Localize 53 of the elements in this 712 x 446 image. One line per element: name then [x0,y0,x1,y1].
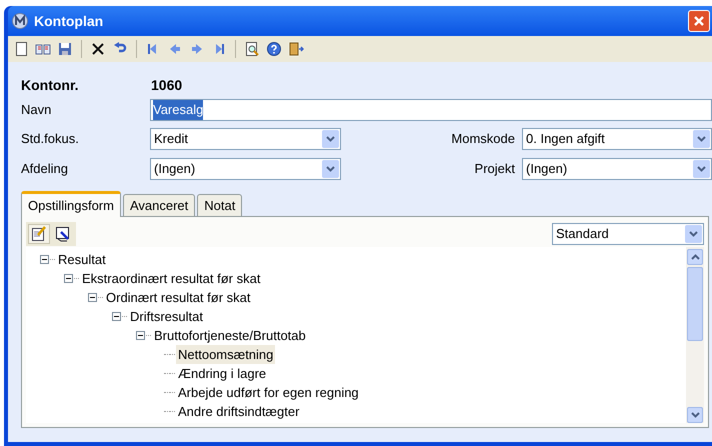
collapse-icon[interactable] [112,312,121,321]
print-preview-icon[interactable] [244,41,260,57]
help-icon[interactable] [266,41,282,57]
tree-item[interactable]: Ekstraordinært resultat før skat [80,268,262,288]
window-title: Kontoplan [34,12,104,31]
tree-item[interactable]: Nettoomsætning [176,344,276,364]
name-field[interactable]: Varesalg [150,99,712,121]
combo-value: (Ingen) [526,160,568,178]
vat-code-dropdown[interactable]: 0. Ingen afgift [522,128,712,150]
tree-item[interactable]: Ordinært resultat før skat [104,288,252,308]
exit-door-icon[interactable] [288,41,304,57]
tab[interactable]: Opstillingsform [21,191,121,217]
tree-item[interactable]: Bruttofortjeneste/Bruttotab [152,326,308,346]
caret-down-icon [690,412,700,418]
combo-value: Standard [556,225,610,244]
collapse-icon[interactable] [136,331,145,340]
tree-item[interactable]: Ændring i lagre [176,364,268,384]
collapse-icon[interactable] [40,255,49,264]
field-label: Kontonr. [21,76,80,94]
tree-item[interactable]: Driftsresultat [128,306,205,326]
scroll-down-button[interactable] [687,407,703,423]
collapse-icon[interactable] [88,293,97,302]
collapse-icon[interactable] [64,274,73,283]
tree-item[interactable]: Arbejde udført for egen regning [176,382,361,402]
close-icon [693,15,705,27]
field-label: Navn [21,101,52,120]
field-value: Varesalg [153,100,204,120]
tab[interactable]: Notat [197,194,242,216]
close-button[interactable] [688,10,710,32]
scrollbar[interactable] [686,247,704,423]
app-icon [12,13,28,29]
scroll-thumb[interactable] [687,267,703,341]
new-document-icon[interactable] [13,41,29,57]
layout-dropdown[interactable]: Standard [552,223,704,245]
tree-item[interactable]: Andre driftsindtægter [176,402,302,422]
field-label: Momskode [450,130,516,148]
tab[interactable]: Avanceret [122,194,196,216]
save-icon[interactable] [57,41,73,57]
scroll-up-button[interactable] [687,249,703,265]
combo-value: 0. Ingen afgift [526,130,606,148]
field-label: Std.fokus. [21,130,80,148]
field-label: Projekt [474,160,516,178]
combo-value: Kredit [154,130,189,148]
account-number: 1060 [151,76,182,94]
project-dropdown[interactable]: (Ingen) [522,158,712,180]
delete-icon[interactable] [90,41,106,57]
tree-item[interactable]: Resultat [56,250,108,270]
combo-value: (Ingen) [154,160,196,178]
department-dropdown[interactable]: (Ingen) [150,158,341,180]
caret-up-icon [690,254,700,260]
field-label: Afdeling [21,160,69,178]
std-focus-dropdown[interactable]: Kredit [150,128,341,150]
edit-icon[interactable] [28,224,50,244]
